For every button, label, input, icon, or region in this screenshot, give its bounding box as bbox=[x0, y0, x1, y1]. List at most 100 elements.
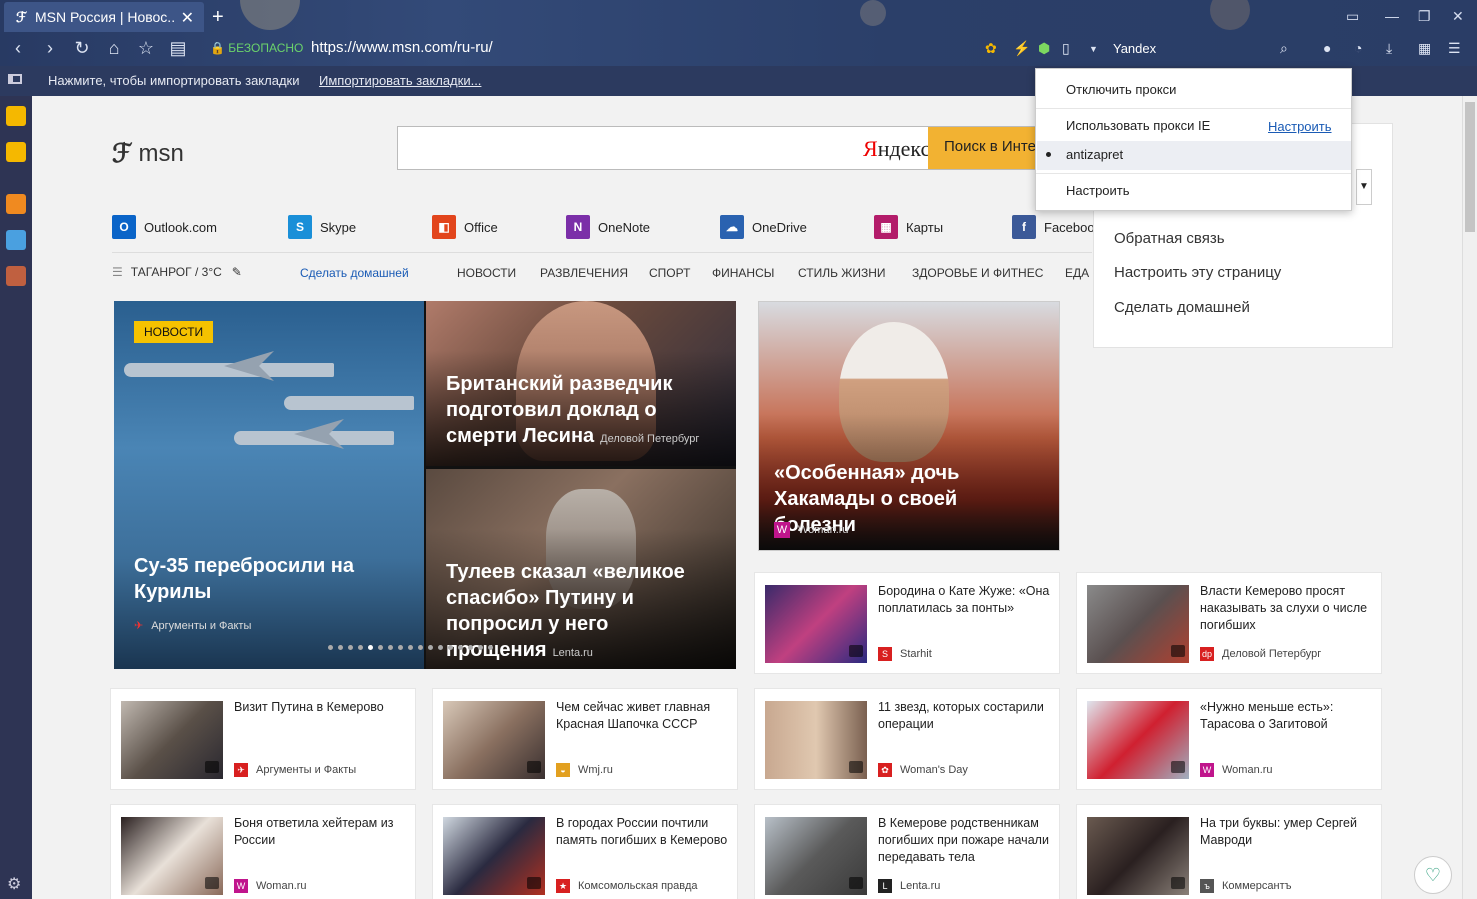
carousel-dot[interactable] bbox=[428, 645, 433, 650]
carousel-dot[interactable] bbox=[358, 645, 363, 650]
news-card[interactable]: Визит Путина в Кемерово ✈ Аргументы и Факт… bbox=[110, 688, 416, 790]
messenger-icon[interactable] bbox=[6, 230, 26, 250]
news-card[interactable]: Чем сейчас живет главная Красная Шапочка… bbox=[432, 688, 738, 790]
shield-icon[interactable]: ♡ bbox=[1414, 856, 1452, 894]
proxy-antizapret-item[interactable]: antizapret bbox=[1066, 147, 1123, 162]
hero-carousel[interactable]: НОВОСТИ Су-35 перебросили на Курилы ✈ Арг… bbox=[114, 301, 736, 669]
category-item[interactable]: ЗДОРОВЬЕ И ФИТНЕС bbox=[912, 266, 1043, 280]
carousel-dot[interactable] bbox=[418, 645, 423, 650]
refresh-icon[interactable]: ↻ bbox=[70, 38, 94, 59]
news-card-title[interactable]: Бородина о Кате Жуже: «Она поплатилась з… bbox=[878, 583, 1053, 617]
reader-icon[interactable]: ▤ bbox=[166, 38, 190, 59]
carousel-dot[interactable] bbox=[378, 645, 383, 650]
browser-tab[interactable]: ℱ MSN Россия | Новос... ✕ bbox=[4, 2, 204, 32]
back-icon[interactable]: ‹ bbox=[6, 38, 30, 59]
search-icon[interactable]: ⌕ bbox=[1280, 40, 1288, 57]
news-card-title[interactable]: В городах России почтили память погибших… bbox=[556, 815, 731, 849]
chevron-down-icon[interactable]: ▼ bbox=[1356, 169, 1372, 205]
search-engine-label[interactable]: Yandex bbox=[1113, 41, 1156, 56]
news-card-title[interactable]: «Нужно меньше есть»: Тарасова о Загитово… bbox=[1200, 699, 1375, 733]
news-card-title[interactable]: Власти Кемерово просят наказывать за слу… bbox=[1200, 583, 1375, 634]
news-card-title[interactable]: Визит Путина в Кемерово bbox=[234, 699, 409, 716]
download-icon[interactable]: ⤓ bbox=[1386, 40, 1392, 57]
settings-gear-icon[interactable]: ⚙ bbox=[7, 874, 21, 894]
make-home-panel-link[interactable]: Сделать домашней bbox=[1114, 299, 1250, 316]
feedback-link[interactable]: Обратная связь bbox=[1114, 230, 1225, 247]
app-link-1[interactable]: S Skype bbox=[288, 215, 356, 239]
hero-main-image[interactable]: НОВОСТИ Су-35 перебросили на Курилы ✈ Арг… bbox=[114, 301, 424, 669]
weather-widget[interactable]: ☰ ТАГАНРОГ / 3°C ✎ bbox=[112, 265, 242, 279]
url-field[interactable]: https://www.msn.com/ru-ru/ bbox=[311, 39, 493, 56]
carousel-dot[interactable] bbox=[448, 645, 453, 650]
news-card-title[interactable]: На три буквы: умер Сергей Мавроди bbox=[1200, 815, 1375, 849]
proxy-extension-icon[interactable]: ⬢ bbox=[1038, 40, 1050, 57]
news-card[interactable]: 11 звезд, которых состарили операции ✿ Wom… bbox=[754, 688, 1060, 790]
edit-pencil-icon[interactable]: ✎ bbox=[232, 265, 242, 279]
use-ie-proxy-item[interactable]: Использовать прокси IE bbox=[1066, 118, 1210, 133]
msn-logo[interactable]: ℱ msn bbox=[112, 138, 184, 169]
book-icon[interactable]: ▯ bbox=[1062, 40, 1070, 57]
import-bookmarks-link[interactable]: Импортировать закладки... bbox=[319, 73, 481, 88]
carousel-dot[interactable] bbox=[438, 645, 443, 650]
profile-icon[interactable]: ● bbox=[1323, 40, 1331, 56]
hero-story-bottom[interactable]: Тулеев сказал «великое спасибо» Путину и… bbox=[426, 469, 736, 669]
close-window-icon[interactable]: ✕ bbox=[1452, 8, 1464, 25]
carousel-dot[interactable] bbox=[328, 645, 333, 650]
carousel-dot[interactable] bbox=[488, 645, 493, 650]
news-card[interactable]: На три буквы: умер Сергей Мавроди ъ Коммер… bbox=[1076, 804, 1382, 899]
news-badge[interactable]: НОВОСТИ bbox=[134, 321, 214, 343]
secure-badge[interactable]: 🔒 БЕЗОПАСНО bbox=[210, 41, 303, 55]
category-item[interactable]: НОВОСТИ bbox=[457, 266, 516, 280]
search-button[interactable]: Поиск в Инте bbox=[928, 127, 1038, 169]
news-card[interactable]: «Нужно меньше есть»: Тарасова о Загитово… bbox=[1076, 688, 1382, 790]
category-item[interactable]: ФИНАНСЫ bbox=[712, 266, 774, 280]
talk-icon[interactable]: ◔ bbox=[1354, 40, 1362, 56]
app-link-6[interactable]: f Faceboo bbox=[1012, 215, 1095, 239]
forward-icon[interactable]: › bbox=[38, 38, 62, 59]
sidebar-toggle-icon[interactable] bbox=[8, 74, 22, 84]
chevron-down-icon[interactable]: ▼ bbox=[1089, 44, 1098, 54]
carousel-dot[interactable] bbox=[368, 645, 373, 650]
carousel-dot[interactable] bbox=[458, 645, 463, 650]
category-item[interactable]: СТИЛЬ ЖИЗНИ bbox=[798, 266, 886, 280]
extensions-icon[interactable]: ▦ bbox=[1418, 40, 1431, 57]
app-link-4[interactable]: ☁ OneDrive bbox=[720, 215, 807, 239]
news-card-title[interactable]: Чем сейчас живет главная Красная Шапочка… bbox=[556, 699, 731, 733]
app-link-0[interactable]: O Outlook.com bbox=[112, 215, 217, 239]
lightning-icon[interactable]: ⚡ bbox=[1013, 40, 1030, 57]
disable-proxy-item[interactable]: Отключить прокси bbox=[1066, 82, 1176, 97]
tabs-view-icon[interactable]: ▭ bbox=[1346, 8, 1359, 25]
close-tab-icon[interactable]: ✕ bbox=[181, 8, 194, 28]
news-card[interactable]: Боня ответила хейтерам из России W Woman.r… bbox=[110, 804, 416, 899]
hero-side-story[interactable]: «Особенная» дочь Хакамады о своей болезн… bbox=[758, 301, 1060, 551]
carousel-dot[interactable] bbox=[338, 645, 343, 650]
make-home-link[interactable]: Сделать домашней bbox=[300, 266, 409, 280]
carousel-dot[interactable] bbox=[348, 645, 353, 650]
hero-main-title[interactable]: Су-35 перебросили на Курилы bbox=[134, 553, 414, 605]
news-card-title[interactable]: 11 звезд, которых состарили операции bbox=[878, 699, 1053, 733]
app-link-3[interactable]: N OneNote bbox=[566, 215, 650, 239]
restore-icon[interactable]: ❐ bbox=[1418, 8, 1431, 25]
configure-ie-link[interactable]: Настроить bbox=[1268, 119, 1332, 134]
category-item[interactable]: СПОРТ bbox=[649, 266, 690, 280]
extension-avatar-icon[interactable] bbox=[6, 266, 26, 286]
category-item[interactable]: ЕДА bbox=[1065, 266, 1089, 280]
news-card[interactable]: Власти Кемерово просят наказывать за слу… bbox=[1076, 572, 1382, 674]
carousel-dot[interactable] bbox=[478, 645, 483, 650]
news-card[interactable]: Бородина о Кате Жуже: «Она поплатилась з… bbox=[754, 572, 1060, 674]
category-item[interactable]: РАЗВЛЕЧЕНИЯ bbox=[540, 266, 628, 280]
configure-proxy-item[interactable]: Настроить bbox=[1066, 183, 1130, 198]
favorites-icon[interactable] bbox=[6, 106, 26, 126]
app-link-5[interactable]: ▦ Карты bbox=[874, 215, 943, 239]
news-card[interactable]: В городах России почтили память погибших… bbox=[432, 804, 738, 899]
carousel-dot[interactable] bbox=[408, 645, 413, 650]
news-card-title[interactable]: В Кемерове родственникам погибших при по… bbox=[878, 815, 1053, 866]
extension-honey-icon[interactable]: ✿ bbox=[985, 40, 997, 57]
menu-icon[interactable]: ☰ bbox=[1448, 40, 1461, 57]
scroll-thumb[interactable] bbox=[1465, 102, 1475, 232]
home-icon[interactable]: ⌂ bbox=[102, 38, 126, 59]
minimize-icon[interactable]: — bbox=[1385, 8, 1399, 24]
news-card-title[interactable]: Боня ответила хейтерам из России bbox=[234, 815, 409, 849]
carousel-dot[interactable] bbox=[398, 645, 403, 650]
rss-icon[interactable] bbox=[6, 194, 26, 214]
